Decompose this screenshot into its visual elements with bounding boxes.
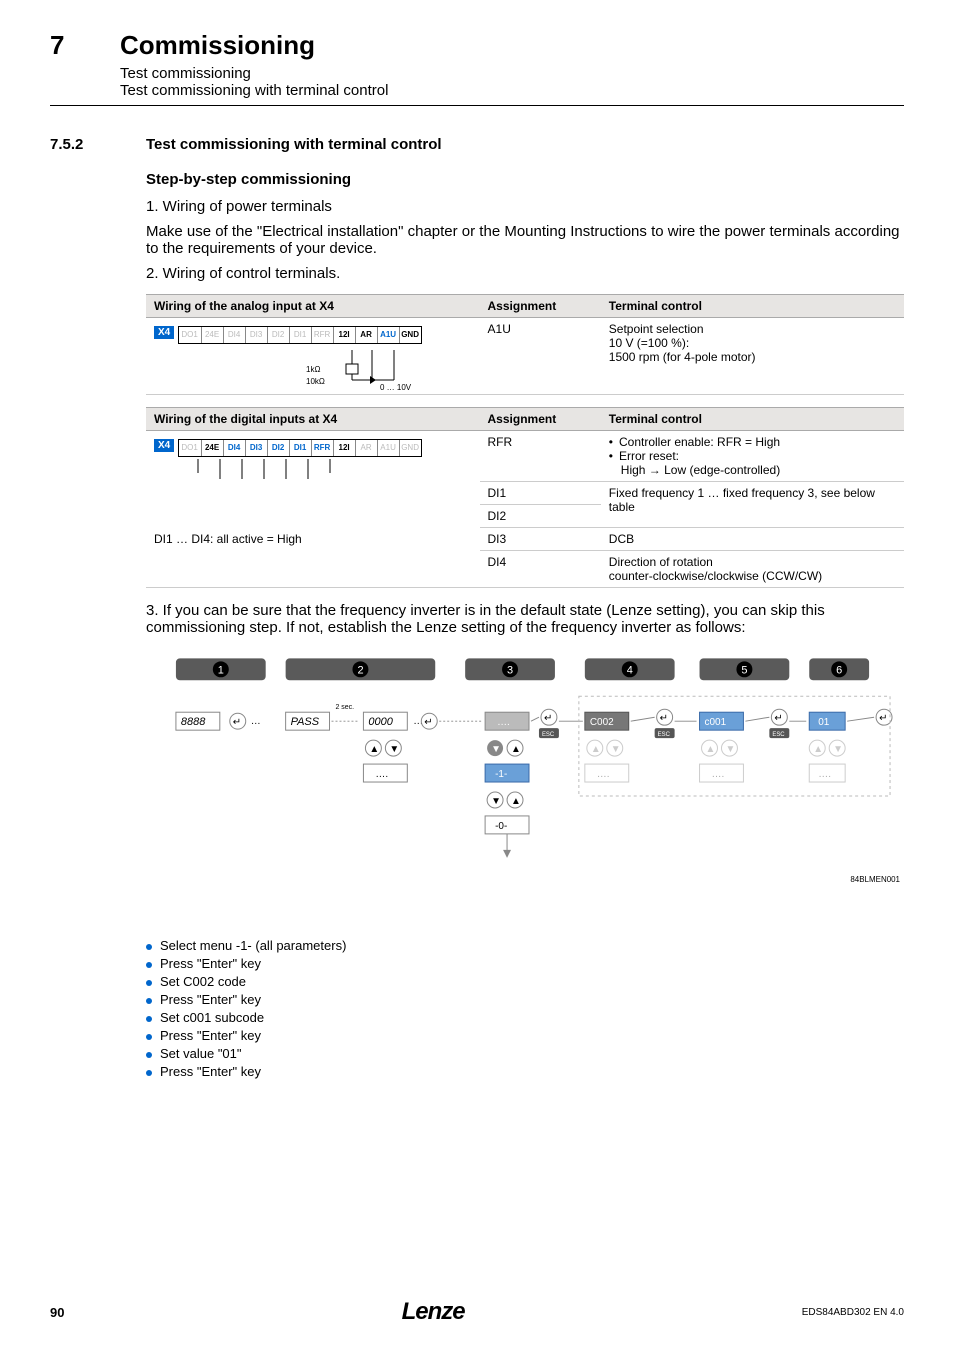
chapter-sub1: Test commissioning — [120, 65, 904, 82]
x4-label: X4 — [154, 439, 174, 452]
svg-text:↵: ↵ — [774, 713, 782, 724]
svg-text:10kΩ: 10kΩ — [306, 377, 325, 386]
table-cell: DI1 — [480, 482, 601, 505]
svg-text:▼: ▼ — [611, 744, 621, 755]
analog-extras: 1kΩ 10kΩ 0 … 10V — [302, 350, 472, 390]
chapter-sub2: Test commissioning with terminal control — [120, 82, 904, 99]
table-header: Wiring of the digital inputs at X4 — [146, 408, 480, 431]
list-item: Set C002 code — [160, 974, 246, 989]
section-number: 7.5.2 — [50, 136, 110, 153]
svg-text:↵: ↵ — [233, 717, 241, 728]
svg-text:….: …. — [818, 769, 831, 780]
list-item: 1. Wiring of power terminals — [146, 198, 904, 215]
table-header: Terminal control — [601, 408, 904, 431]
svg-text:2: 2 — [357, 664, 363, 676]
doc-code: EDS84ABD302 EN 4.0 — [802, 1307, 904, 1318]
svg-text:↵: ↵ — [424, 717, 432, 728]
footer: 90 Lenze EDS84ABD302 EN 4.0 — [50, 1298, 904, 1326]
svg-text:-1-: -1- — [495, 769, 507, 780]
terminal-strip: DO1 24E DI4 DI3 DI2 DI1 RFR 12I AR A1U G… — [178, 326, 422, 344]
svg-text:8888: 8888 — [181, 716, 206, 728]
svg-text:84BLMEN001: 84BLMEN001 — [850, 875, 900, 884]
digital-table: Wiring of the digital inputs at X4 Assig… — [146, 407, 904, 588]
svg-text:…: … — [251, 716, 261, 727]
svg-text:2 sec.: 2 sec. — [336, 704, 355, 711]
table-cell: A1U — [480, 318, 601, 395]
step-heading: Step-by-step commissioning — [146, 171, 904, 188]
svg-text:0000: 0000 — [368, 716, 393, 728]
analog-table: Wiring of the analog input at X4 Assignm… — [146, 294, 904, 395]
svg-text:ESC: ESC — [772, 732, 785, 738]
svg-text:….: …. — [712, 769, 725, 780]
table-cell: Fixed frequency 1 … fixed frequency 3, s… — [601, 482, 904, 528]
svg-text:▲: ▲ — [511, 744, 521, 755]
svg-text:0 … 10V: 0 … 10V — [380, 383, 412, 390]
svg-text:4: 4 — [627, 664, 633, 676]
svg-text:C002: C002 — [590, 717, 614, 728]
terminal-strip: DO1 24E DI4 DI3 DI2 DI1 RFR 12I AR A1U G… — [178, 439, 422, 457]
list-item: Set c001 subcode — [160, 1010, 264, 1025]
svg-text:ESC: ESC — [658, 732, 671, 738]
list-item: 2. Wiring of control terminals. — [146, 265, 904, 282]
svg-text:▲: ▲ — [369, 744, 379, 755]
table-header: Terminal control — [601, 295, 904, 318]
svg-text:6: 6 — [836, 664, 842, 676]
table-cell: Direction of rotation counter-clockwise/… — [601, 551, 904, 588]
table-cell: DI1 … DI4: all active = High — [146, 528, 480, 588]
list-item: Press "Enter" key — [160, 1028, 261, 1043]
svg-text:ESC: ESC — [542, 732, 555, 738]
svg-text:▲: ▲ — [591, 744, 601, 755]
page-number: 90 — [50, 1305, 64, 1320]
table-header: Assignment — [480, 408, 601, 431]
list-item: Press "Enter" key — [160, 956, 261, 971]
svg-text:1: 1 — [218, 664, 224, 676]
chapter-number: 7 — [50, 30, 80, 61]
divider — [50, 105, 904, 106]
svg-text:….: …. — [497, 717, 510, 728]
svg-text:↵: ↵ — [544, 713, 552, 724]
table-cell: Setpoint selection 10 V (=100 %): 1500 r… — [601, 318, 904, 395]
table-cell: X4 DO1 24E DI4 DI3 DI2 DI1 RFR 12I AR A1… — [146, 318, 480, 395]
svg-text:▼: ▼ — [491, 744, 501, 755]
svg-text:-0-: -0- — [495, 821, 507, 832]
svg-text:▼: ▼ — [833, 744, 843, 755]
svg-text:1kΩ: 1kΩ — [306, 365, 320, 374]
table-cell: X4 DO1 24E DI4 DI3 DI2 DI1 RFR 12I AR A1… — [146, 431, 480, 528]
svg-text:▲: ▲ — [813, 744, 823, 755]
table-header: Wiring of the analog input at X4 — [146, 295, 480, 318]
table-header: Assignment — [480, 295, 601, 318]
logo: Lenze — [402, 1298, 465, 1326]
table-cell: DI3 — [480, 528, 601, 551]
paragraph: Make use of the "Electrical installation… — [146, 223, 904, 257]
bullet-list: Select menu -1- (all parameters) Press "… — [146, 938, 904, 1079]
list-item: Select menu -1- (all parameters) — [160, 938, 346, 953]
svg-text:3: 3 — [507, 664, 513, 676]
section-title: Test commissioning with terminal control — [146, 136, 442, 153]
svg-text:….: …. — [375, 769, 388, 780]
svg-text:▲: ▲ — [706, 744, 716, 755]
svg-text:↵: ↵ — [879, 713, 887, 724]
table-cell: RFR — [480, 431, 601, 482]
svg-text:▼: ▼ — [389, 744, 399, 755]
svg-text:▲: ▲ — [511, 796, 521, 807]
svg-text:….: …. — [597, 769, 610, 780]
svg-text:01: 01 — [818, 717, 830, 728]
svg-text:PASS: PASS — [291, 716, 320, 728]
svg-text:5: 5 — [741, 664, 747, 676]
table-cell: Controller enable: RFR = High Error rese… — [601, 431, 904, 482]
svg-text:↵: ↵ — [660, 713, 668, 724]
list-item: 3. If you can be sure that the frequency… — [146, 602, 904, 636]
table-cell: DI2 — [480, 505, 601, 528]
chapter-title: Commissioning — [120, 30, 315, 61]
table-cell: DI4 — [480, 551, 601, 588]
list-item: Press "Enter" key — [160, 992, 261, 1007]
list-item: Set value "01" — [160, 1046, 242, 1061]
list-item: Press "Enter" key — [160, 1064, 261, 1079]
table-cell: DCB — [601, 528, 904, 551]
svg-text:▼: ▼ — [725, 744, 735, 755]
x4-label: X4 — [154, 326, 174, 339]
diagram: 1 2 3 4 5 6 8888 ↵ … PASS 2 sec. — [146, 652, 904, 932]
svg-text:c001: c001 — [705, 717, 727, 728]
svg-text:▼: ▼ — [491, 796, 501, 807]
